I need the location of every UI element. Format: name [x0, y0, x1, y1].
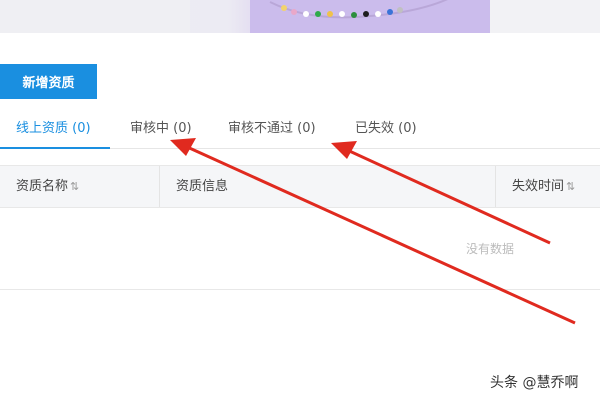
column-qualification-info: 资质信息: [176, 166, 228, 207]
table-header: 资质名称 ⇅ 资质信息 失效时间 ⇅: [0, 165, 600, 208]
banner-right-panel: [490, 0, 600, 33]
add-qualification-button[interactable]: 新增资质: [0, 64, 97, 99]
tab-expired[interactable]: 已失效 (0): [355, 108, 417, 149]
watermark-text: 头条 @慧乔啊: [490, 375, 579, 391]
jewelry-illustration: [269, 0, 448, 19]
column-label: 资质信息: [176, 179, 229, 194]
column-label: 资质名称: [16, 179, 69, 194]
active-tab-indicator: [0, 147, 110, 149]
tab-rejected[interactable]: 审核不通过 (0): [228, 108, 316, 149]
banner-product-image: [250, 0, 490, 33]
sort-icon[interactable]: ⇅: [566, 180, 575, 193]
table-body: 没有数据: [0, 208, 600, 290]
tab-online[interactable]: 线上资质 (0): [16, 108, 91, 149]
empty-state-text: 没有数据: [466, 242, 515, 256]
column-divider: [159, 166, 160, 207]
column-qualification-name[interactable]: 资质名称 ⇅: [16, 166, 79, 207]
column-label: 失效时间: [512, 179, 565, 194]
banner-left-panel: [0, 0, 190, 33]
column-divider: [495, 166, 496, 207]
tab-under-review[interactable]: 审核中 (0): [130, 108, 192, 149]
sort-icon[interactable]: ⇅: [70, 180, 79, 193]
column-expiry-time[interactable]: 失效时间 ⇅: [512, 166, 575, 207]
qualification-tabs: 线上资质 (0) 审核中 (0) 审核不通过 (0) 已失效 (0): [0, 108, 600, 149]
top-banner-image: [0, 0, 600, 33]
